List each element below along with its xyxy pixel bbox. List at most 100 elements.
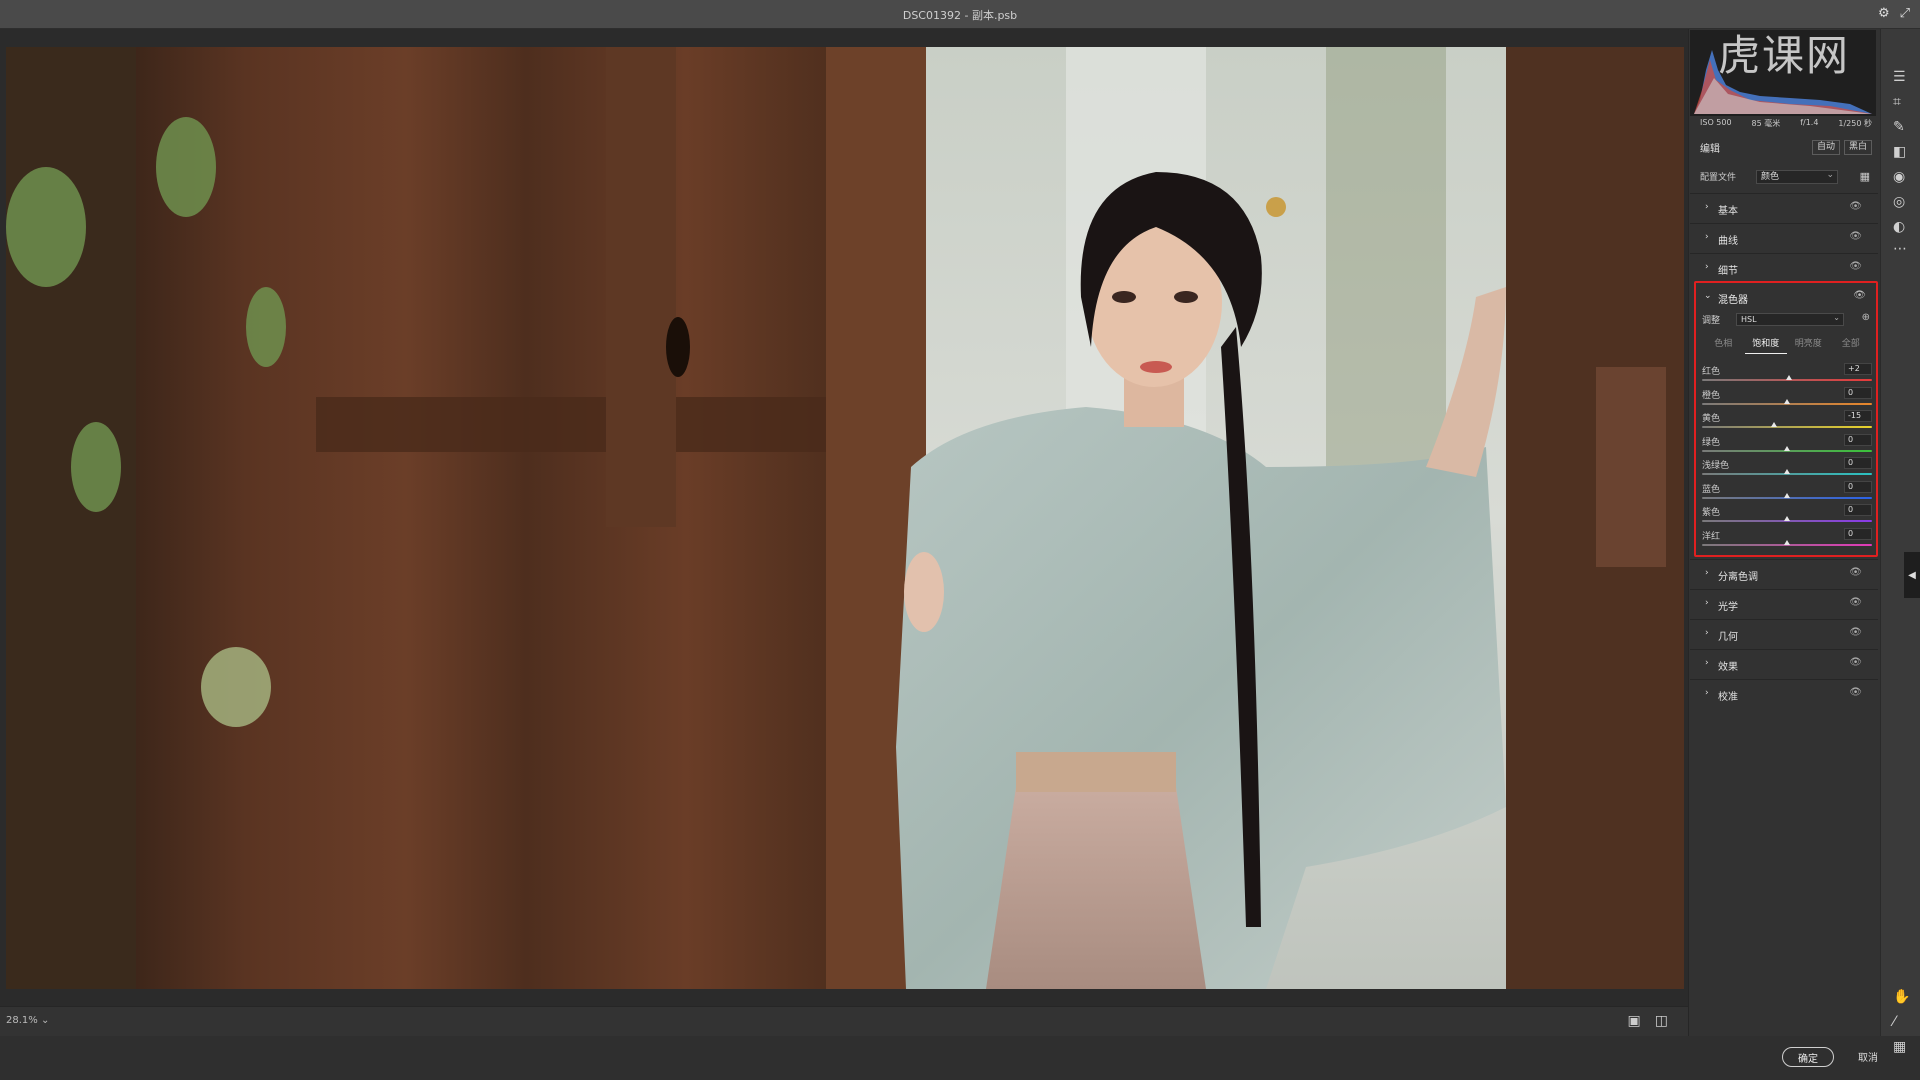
bottom-bar: 确定 取消 bbox=[0, 1036, 1920, 1080]
redeye-icon[interactable]: ◎ bbox=[1893, 194, 1905, 210]
slider-thumb[interactable] bbox=[1784, 398, 1790, 404]
section-label: 几何 bbox=[1718, 632, 1738, 643]
section-sections_bottom-4[interactable]: › 校准 👁 bbox=[1690, 679, 1878, 709]
edit-header: 编辑 自动 黑白 bbox=[1700, 140, 1872, 156]
section-sections_bottom-1[interactable]: › 光学 👁 bbox=[1690, 589, 1878, 619]
tab-3[interactable]: 全部 bbox=[1830, 336, 1873, 354]
hand-icon[interactable]: ✋ bbox=[1893, 989, 1910, 1005]
zoom-level[interactable]: 28.1% ⌄ bbox=[6, 1015, 49, 1026]
chevron-right-icon: › bbox=[1705, 262, 1709, 272]
status-bar: 28.1% ⌄ ▣ ◫ bbox=[0, 1006, 1688, 1036]
eye-icon[interactable]: 👁 bbox=[1849, 261, 1862, 272]
grid-icon[interactable]: ▦ bbox=[1893, 1039, 1906, 1055]
exif-focal: 85 毫米 bbox=[1751, 119, 1781, 128]
crop-icon[interactable]: ⌗ bbox=[1893, 94, 1901, 110]
tab-2[interactable]: 明亮度 bbox=[1787, 336, 1830, 354]
slider-value-field[interactable]: 0 bbox=[1844, 504, 1872, 516]
slider-thumb[interactable] bbox=[1771, 422, 1778, 427]
section-label: 校准 bbox=[1718, 692, 1738, 703]
slider-value-field[interactable]: 0 bbox=[1844, 457, 1872, 469]
exif-aperture: f/1.4 bbox=[1800, 118, 1819, 127]
canvas-area[interactable] bbox=[0, 29, 1688, 1006]
slider-thumb[interactable] bbox=[1784, 445, 1790, 451]
section-label: 分离色调 bbox=[1718, 572, 1758, 583]
slider-label: 黄色 bbox=[1702, 414, 1721, 424]
chevron-down-icon[interactable]: ⌄ bbox=[1704, 291, 1712, 301]
slider-value-field[interactable]: 0 bbox=[1844, 480, 1872, 493]
eye-icon[interactable]: 👁 bbox=[1849, 567, 1862, 578]
adjust-row: 调整 HSL ⊕ bbox=[1702, 312, 1872, 327]
more-icon[interactable]: ⋯ bbox=[1893, 241, 1907, 257]
mixer-label[interactable]: 混色器 bbox=[1718, 291, 1748, 306]
edit-label: 编辑 bbox=[1700, 144, 1720, 155]
slider-row: 绿色 0 bbox=[1702, 433, 1872, 458]
eye-icon[interactable]: 👁 bbox=[1849, 687, 1862, 698]
slider-value-field[interactable]: 0 bbox=[1844, 527, 1872, 540]
slider-label: 蓝色 bbox=[1702, 484, 1721, 495]
section-sections_bottom-2[interactable]: › 几何 👁 bbox=[1690, 619, 1878, 649]
gear-icon[interactable]: ⚙ bbox=[1878, 6, 1890, 21]
section-label: 基本 bbox=[1718, 206, 1738, 217]
eye-icon[interactable]: 👁 bbox=[1849, 597, 1862, 608]
slider-row: 洋红 0 bbox=[1702, 527, 1872, 552]
presets-icon[interactable]: ◐ bbox=[1893, 219, 1905, 235]
compare-view-icon[interactable]: ◫ bbox=[1655, 1013, 1668, 1029]
slider-thumb[interactable] bbox=[1785, 375, 1792, 380]
edit-icon[interactable]: ☰ bbox=[1893, 69, 1906, 85]
brush-icon[interactable]: ✎ bbox=[1893, 119, 1905, 135]
eye-icon[interactable]: 👁 bbox=[1849, 231, 1862, 242]
profile-select[interactable]: 颜色 bbox=[1756, 169, 1838, 184]
section-sections_bottom-0[interactable]: › 分离色调 👁 bbox=[1690, 559, 1878, 589]
slider-thumb[interactable] bbox=[1784, 492, 1790, 498]
slider-thumb[interactable] bbox=[1784, 539, 1790, 545]
zoom-value: 28.1% bbox=[6, 1015, 38, 1026]
tab-1[interactable]: 饱和度 bbox=[1744, 336, 1787, 354]
ok-button[interactable]: 确定 bbox=[1782, 1047, 1834, 1067]
section-sections_top-2[interactable]: › 细节 👁 bbox=[1690, 253, 1878, 283]
tab-0[interactable]: 色相 bbox=[1702, 336, 1745, 354]
exif-shutter: 1/250 秒 bbox=[1838, 119, 1872, 128]
chevron-down-icon: ⌄ bbox=[40, 1015, 50, 1026]
eye-icon[interactable]: 👁 bbox=[1853, 290, 1866, 301]
profile-browser-icon[interactable]: ▦ bbox=[1860, 170, 1870, 183]
slider-value-field[interactable]: -15 bbox=[1844, 410, 1872, 422]
single-view-icon[interactable]: ▣ bbox=[1628, 1013, 1641, 1029]
slider-thumb[interactable] bbox=[1784, 469, 1790, 474]
radial-icon[interactable]: ◉ bbox=[1893, 169, 1905, 185]
slider-row: 橙色 0 bbox=[1702, 386, 1872, 411]
section-sections_bottom-3[interactable]: › 效果 👁 bbox=[1690, 649, 1878, 679]
photo-image bbox=[6, 47, 1684, 989]
cancel-button[interactable]: 取消 bbox=[1858, 1049, 1878, 1064]
section-label: 光学 bbox=[1718, 602, 1738, 613]
sampler-icon[interactable]: ⁄ bbox=[1893, 1014, 1895, 1030]
bw-button[interactable]: 黑白 bbox=[1843, 140, 1872, 155]
slider-value-field[interactable]: 0 bbox=[1844, 433, 1872, 446]
chevron-right-icon: › bbox=[1705, 202, 1709, 212]
slider-label: 绿色 bbox=[1702, 437, 1721, 448]
chevron-right-icon: › bbox=[1705, 658, 1709, 668]
auto-button[interactable]: 自动 bbox=[1811, 140, 1840, 155]
section-sections_top-0[interactable]: › 基本 👁 bbox=[1690, 193, 1878, 223]
slider-track[interactable] bbox=[1702, 426, 1872, 428]
exif-iso: ISO 500 bbox=[1700, 118, 1732, 127]
adjust-select[interactable]: HSL bbox=[1736, 312, 1844, 326]
panel-collapse-button[interactable]: ◀ bbox=[1904, 552, 1920, 598]
slider-row: 黄色 -15 bbox=[1702, 410, 1872, 434]
slider-label: 洋红 bbox=[1702, 531, 1721, 542]
section-label: 曲线 bbox=[1718, 236, 1738, 247]
target-adjust-icon[interactable]: ⊕ bbox=[1862, 312, 1870, 323]
slider-label: 橙色 bbox=[1702, 390, 1721, 401]
chevron-right-icon: › bbox=[1705, 568, 1709, 578]
mixer-tabs: 色相 饱和度 明亮度 全部 bbox=[1702, 336, 1872, 354]
gradient-icon[interactable]: ◧ bbox=[1893, 144, 1906, 160]
eye-icon[interactable]: 👁 bbox=[1849, 627, 1862, 638]
slider-value-field[interactable]: +2 bbox=[1844, 363, 1872, 375]
chevron-right-icon: › bbox=[1705, 598, 1709, 608]
photo-preview[interactable] bbox=[6, 47, 1684, 989]
eye-icon[interactable]: 👁 bbox=[1849, 201, 1862, 212]
expand-icon[interactable]: ⤢ bbox=[1900, 6, 1910, 21]
slider-value-field[interactable]: 0 bbox=[1844, 386, 1872, 399]
section-sections_top-1[interactable]: › 曲线 👁 bbox=[1690, 223, 1878, 253]
eye-icon[interactable]: 👁 bbox=[1849, 657, 1862, 668]
slider-thumb[interactable] bbox=[1784, 516, 1790, 521]
